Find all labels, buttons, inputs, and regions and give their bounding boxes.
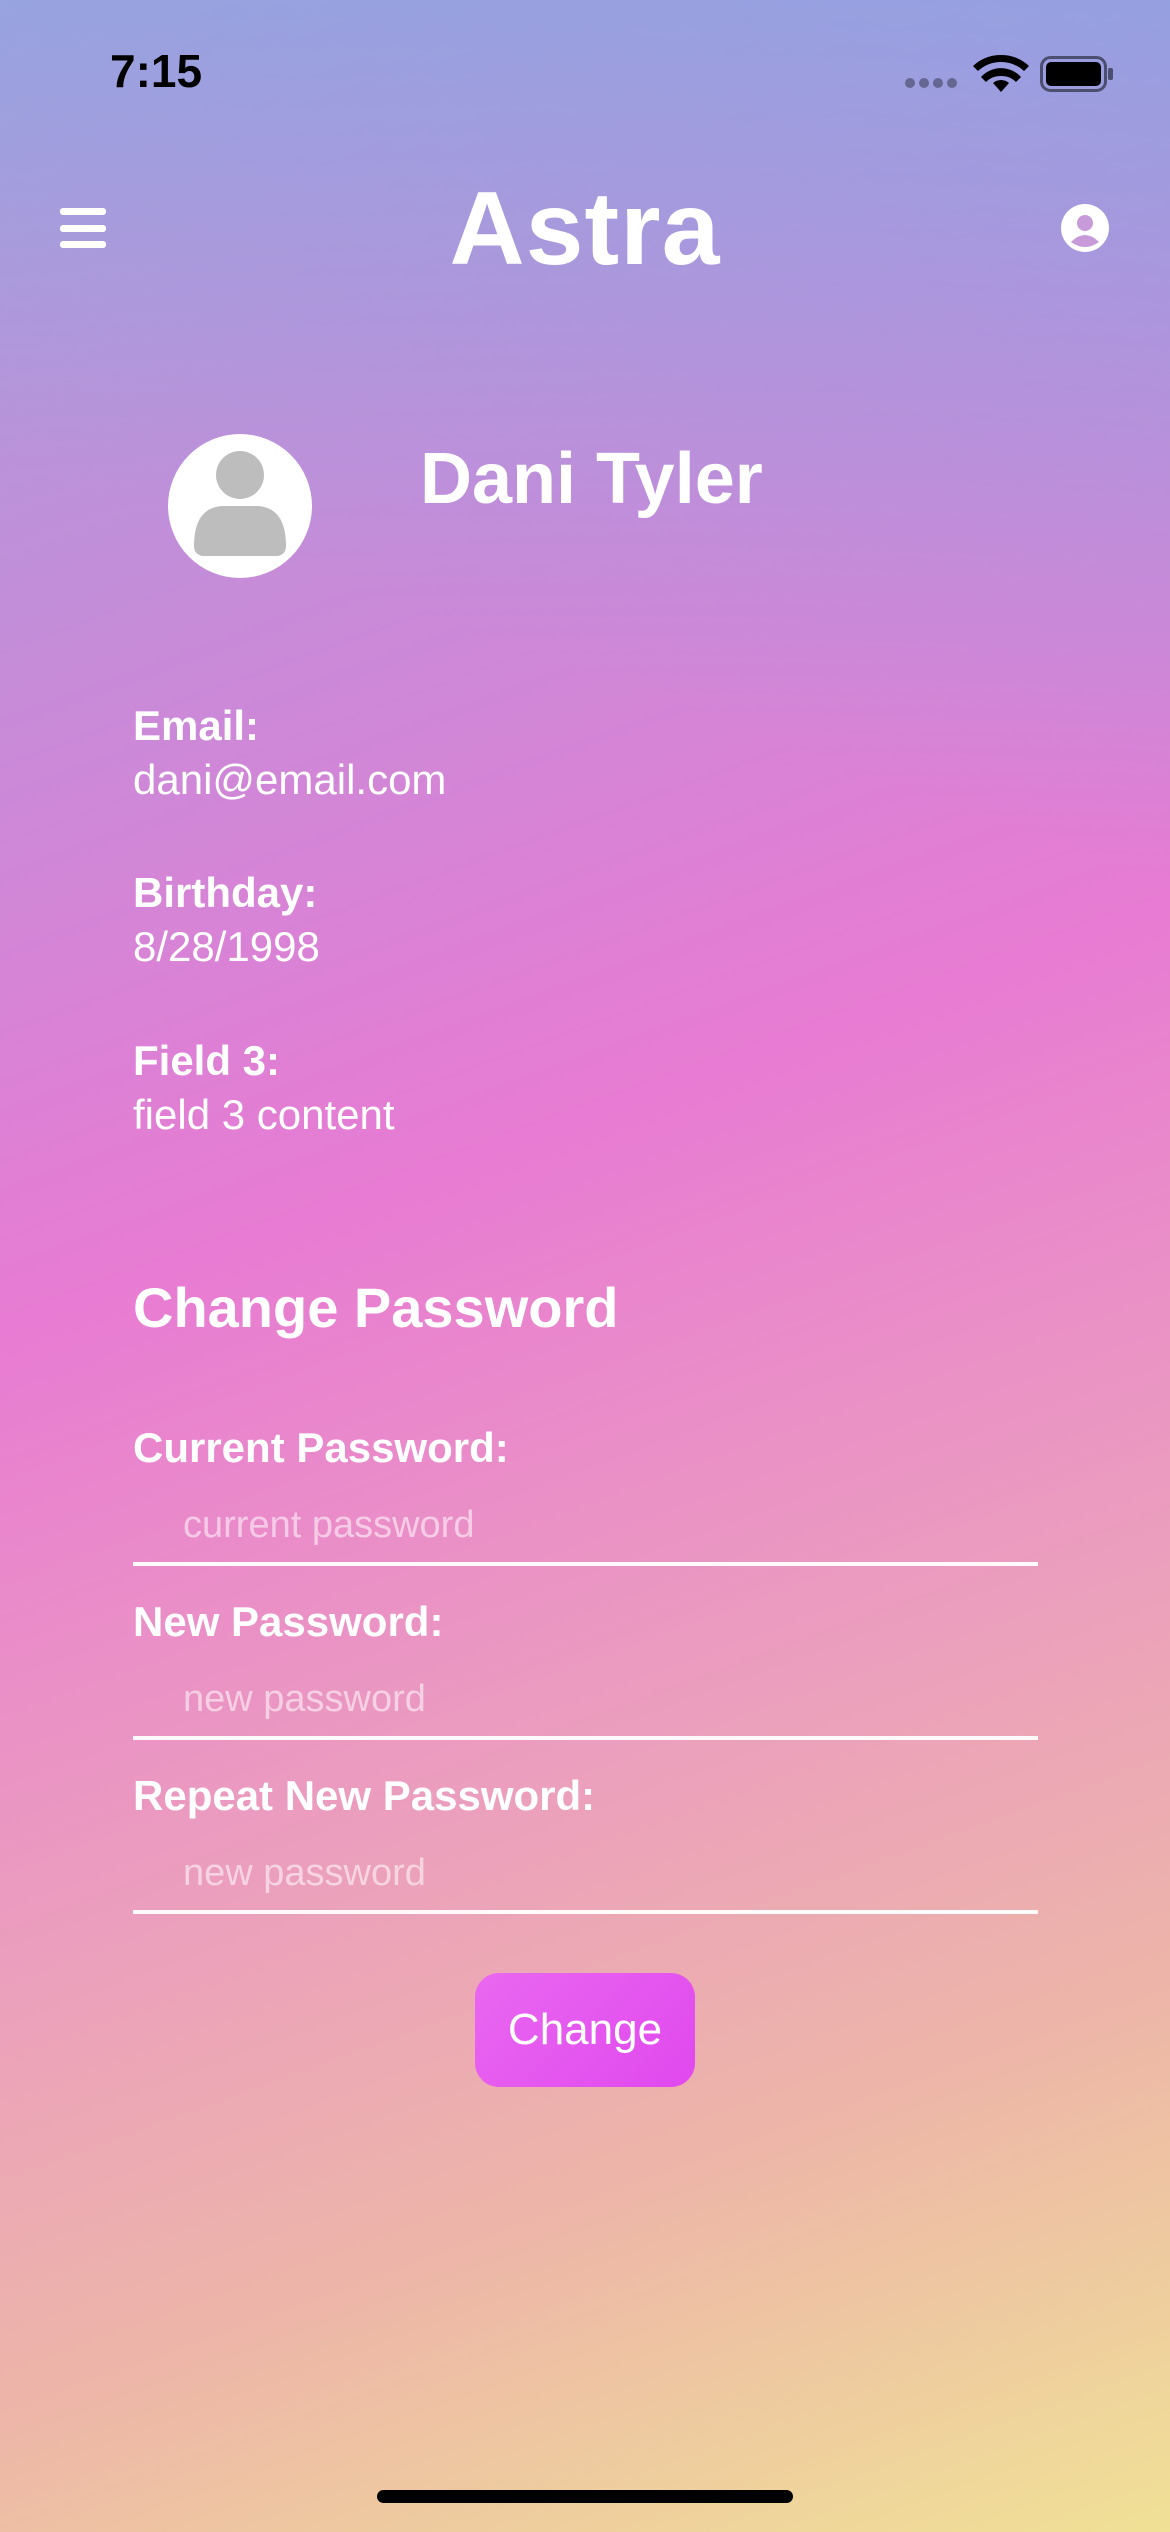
wifi-icon <box>973 54 1029 92</box>
field-3: Field 3: field 3 content <box>133 1035 395 1143</box>
email-field: Email: dani@email.com <box>133 700 446 808</box>
repeat-password-input[interactable] <box>133 1836 1038 1914</box>
birthday-field: Birthday: 8/28/1998 <box>133 867 320 975</box>
field-3-value: field 3 content <box>133 1091 395 1138</box>
current-password-label: Current Password: <box>133 1424 509 1471</box>
avatar <box>168 434 312 578</box>
background-gradient <box>0 0 1170 2532</box>
birthday-label: Birthday: <box>133 869 318 916</box>
status-bar: 7:15 <box>0 0 1170 140</box>
app-header: Astra <box>0 160 1170 300</box>
battery-icon <box>1040 56 1113 92</box>
home-indicator[interactable] <box>377 2490 793 2503</box>
user-name: Dani Tyler <box>420 439 763 519</box>
person-avatar-icon <box>194 451 286 556</box>
new-password-input[interactable] <box>133 1662 1038 1740</box>
status-time: 7:15 <box>110 45 203 97</box>
field-3-label: Field 3: <box>133 1037 281 1084</box>
email-label: Email: <box>133 702 260 749</box>
user-circle-icon[interactable] <box>1061 204 1109 252</box>
change-password-button[interactable]: Change <box>475 1973 695 2087</box>
birthday-value: 8/28/1998 <box>133 923 320 970</box>
change-password-title: Change Password <box>133 1276 619 1339</box>
email-value: dani@email.com <box>133 756 447 803</box>
new-password-label: New Password: <box>133 1598 444 1645</box>
app-title: Astra <box>449 171 721 287</box>
cellular-signal-icon <box>905 78 961 92</box>
repeat-password-group: Repeat New Password: <box>133 1770 1038 1914</box>
new-password-group: New Password: <box>133 1596 1038 1740</box>
current-password-input[interactable] <box>133 1488 1038 1566</box>
repeat-password-label: Repeat New Password: <box>133 1772 596 1819</box>
current-password-group: Current Password: <box>133 1422 1038 1566</box>
